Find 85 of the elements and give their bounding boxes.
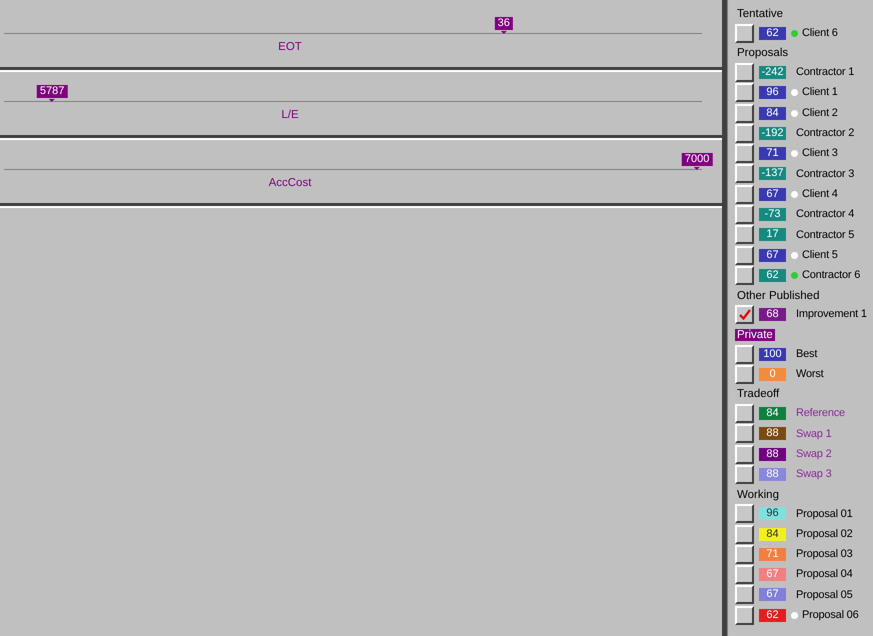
score-badge: 84 [759,407,786,420]
checkbox[interactable] [735,144,754,164]
checkbox[interactable] [735,544,754,564]
checkbox[interactable] [735,184,754,204]
score-badge: -192 [759,126,786,140]
score-badge: 88 [759,427,786,440]
checkbox[interactable] [735,205,754,224]
score-badge: 17 [759,228,786,242]
checkbox[interactable] [735,444,754,464]
track-label: EOT [278,41,302,53]
checkbox[interactable] [735,266,754,285]
group-header: Other Published [736,290,820,302]
checkbox[interactable] [735,305,754,324]
group-header: Proposals [736,47,790,60]
option-label: Contractor 6 [802,268,860,284]
checkbox[interactable] [735,364,754,384]
option-label: Best [796,346,818,362]
option-label: Improvement 1 [796,307,867,322]
group-header: Working [736,488,780,501]
score-badge: -137 [759,167,786,180]
checkbox[interactable] [735,225,754,244]
checkbox[interactable] [735,424,754,444]
checkbox[interactable] [735,104,754,123]
checkbox[interactable] [735,404,754,424]
option-label: Swap 1 [796,426,832,442]
score-badge: 0 [759,368,786,381]
checkbox[interactable] [735,606,754,625]
option-label: Contractor 3 [796,166,854,182]
option-label: Client 5 [802,248,838,263]
track-label: AccCost [268,177,312,189]
score-badge: 84 [759,106,786,120]
option-label: Client 3 [802,146,838,162]
score-badge: 68 [759,308,786,322]
option-label: Reference [796,406,845,422]
checkbox[interactable] [735,164,754,184]
option-label: Contractor 2 [796,126,854,142]
option-label: Proposal 01 [796,506,853,522]
option-label: Swap 2 [796,446,832,462]
score-badge: 62 [759,26,786,40]
option-label: Proposal 05 [796,588,853,603]
track-label: L/E [281,109,299,121]
score-badge: 71 [759,548,786,561]
option-label: Client 6 [802,26,838,41]
score-badge: 67 [759,188,786,201]
group-header: Tradeoff [736,388,780,400]
group-header: Tentative [736,8,784,20]
score-badge: 62 [759,608,786,622]
score-badge: 88 [759,448,786,461]
option-label: Client 1 [802,85,838,100]
score-badge: 88 [759,468,786,481]
checkbox[interactable] [735,344,754,364]
option-label: Contractor 1 [796,65,854,80]
score-badge: 96 [759,86,786,100]
checkbox[interactable] [735,585,754,604]
option-label: Contractor 5 [796,228,854,243]
score-badge: 84 [759,528,786,541]
option-label: Proposal 06 [802,608,859,624]
score-badge: -73 [759,208,786,222]
checkbox[interactable] [735,565,754,584]
score-badge: -242 [759,66,786,79]
score-badge: 67 [759,568,786,582]
option-label: Contractor 4 [796,207,854,222]
option-label: Proposal 02 [796,526,853,542]
checkbox[interactable] [735,62,754,82]
score-badge: 96 [759,507,786,520]
checkbox[interactable] [735,524,754,544]
option-label: Client 2 [802,106,838,121]
checkbox[interactable] [735,83,754,102]
checkbox[interactable] [735,246,754,265]
score-badge: 67 [759,248,786,262]
option-label: Client 4 [802,186,838,202]
group-header: Private [735,328,775,341]
option-label: Proposal 03 [796,547,853,562]
option-label: Swap 3 [796,467,832,482]
checkbox[interactable] [735,124,754,143]
score-badge: 71 [759,147,786,160]
score-badge: 62 [759,268,786,282]
checkbox[interactable] [735,504,754,524]
score-badge: 100 [759,348,786,360]
option-label: Proposal 04 [796,567,853,582]
checkbox[interactable] [735,24,754,43]
checkbox[interactable] [735,464,754,484]
checkmark-icon [738,309,750,320]
option-label: Worst [796,367,824,382]
score-badge: 67 [759,588,786,602]
